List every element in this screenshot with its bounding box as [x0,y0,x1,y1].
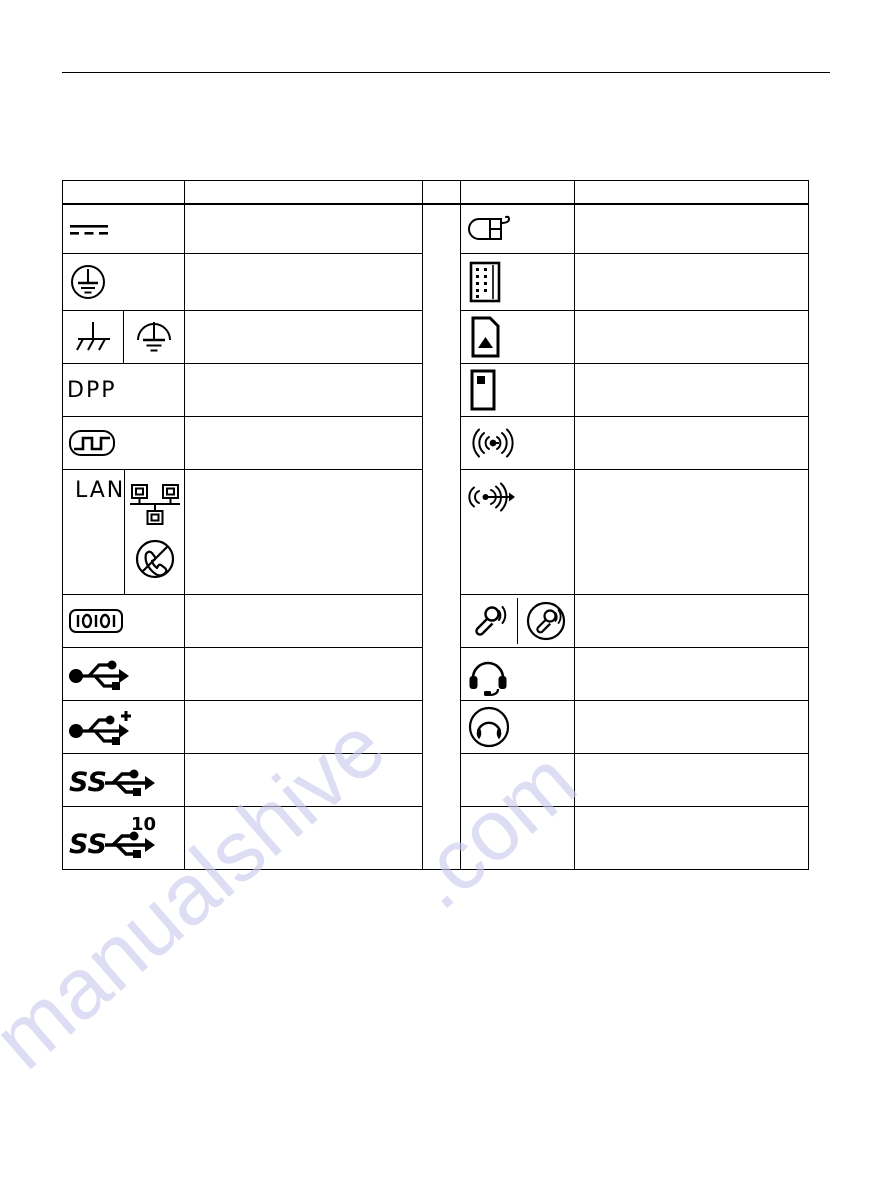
chassis-ground-icon [76,322,110,351]
table-header-row [62,180,809,205]
desc-right-blank-2 [574,806,809,870]
desc-microphone [574,594,809,648]
desc-serial-port [184,594,423,648]
usb-powered-icon [69,711,131,745]
header-right-symbol-col [460,180,575,205]
cell-sd-card [460,310,575,364]
desc-wwan [574,469,809,595]
sim-card-icon [470,369,496,411]
cell-lan-split: LAN [62,469,185,595]
desc-right-blank-1 [574,753,809,807]
desc-keyboard [574,253,809,311]
desc-sim-card [574,363,809,417]
lan-split-table: LAN [63,470,184,594]
protective-earth-icon [71,265,105,299]
ground-split-table [63,311,184,363]
cell-lan-symbols [125,470,184,594]
usb-superspeed-icon: SS [69,767,155,798]
cell-usb-superspeed: SS [62,753,185,807]
cell-headset [460,647,575,701]
headphones-circled-icon [468,706,510,748]
desc-wlan [574,416,809,470]
page-header-rule [62,72,830,73]
table-gutter-column [422,203,461,870]
desc-usb-powered [184,700,423,754]
desc-sd-card [574,310,809,364]
symbol-table-grid: DPP LAN SS SS 10 [62,180,809,870]
lan-label: LAN [75,478,126,503]
headset-icon [469,661,507,696]
cell-right-blank-2 [460,806,575,870]
cell-wlan [460,416,575,470]
dc-voltage-icon [70,225,108,235]
cell-protective-earth [62,253,185,311]
table-row [62,203,809,870]
desc-pulse-waveform [184,416,423,470]
desc-mouse [574,203,809,254]
wwan-icon [468,482,515,512]
no-telephone-icon [135,539,174,579]
desc-ground [184,310,423,364]
sd-card-icon [471,316,500,358]
microphone-circled-icon [526,601,566,641]
cell-chassis-ground [63,311,124,363]
cell-dc-voltage [62,203,185,254]
cell-lan-label: LAN [63,470,126,594]
desc-dc-voltage [184,203,423,254]
cell-usb-powered [62,700,185,754]
cell-ground-split [62,310,185,364]
microphone-split-table [461,598,574,644]
usb-icon [69,660,129,690]
header-left-symbol-col [62,180,185,205]
cell-headphones-circled [460,700,575,754]
svg-text:SS: SS [69,829,107,860]
lan-symbol-stack [125,476,184,588]
pulse-waveform-icon [69,430,115,456]
cell-microphone-circled [518,598,575,644]
desc-usb [184,647,423,701]
cell-dpp: DPP [62,363,185,417]
cell-usb [62,647,185,701]
cell-wwan [460,469,575,595]
dpp-label: DPP [67,377,117,403]
cell-microphone-split [460,594,575,648]
desc-headphones-circled [574,700,809,754]
cell-keyboard [460,253,575,311]
desc-protective-earth [184,253,423,311]
serial-port-icon [69,609,123,633]
cell-sim-card [460,363,575,417]
header-gutter [422,180,461,205]
cell-usb-superspeed-10: SS 10 [62,806,185,870]
functional-earth-icon [137,322,171,352]
desc-usb-superspeed [184,753,423,807]
cell-mouse [460,203,575,254]
usb-superspeed-10-icon: SS 10 [69,814,156,860]
cell-pulse-waveform [62,416,185,470]
desc-usb-superspeed-10 [184,806,423,870]
network-topology-icon [129,484,180,525]
header-left-desc-col [184,180,423,205]
cell-microphone [461,598,518,644]
keyboard-icon [469,261,501,303]
svg-text:SS: SS [69,767,107,798]
desc-lan [184,469,423,595]
header-right-desc-col [574,180,809,205]
desc-dpp [184,363,423,417]
cell-right-blank-1 [460,753,575,807]
cell-serial-port [62,594,185,648]
desc-headset [574,647,809,701]
microphone-icon [475,606,507,636]
cell-functional-earth [124,311,185,363]
symbol-reference-table: DPP LAN SS SS 10 [62,180,809,870]
wlan-icon [472,428,514,458]
mouse-icon [468,215,511,240]
